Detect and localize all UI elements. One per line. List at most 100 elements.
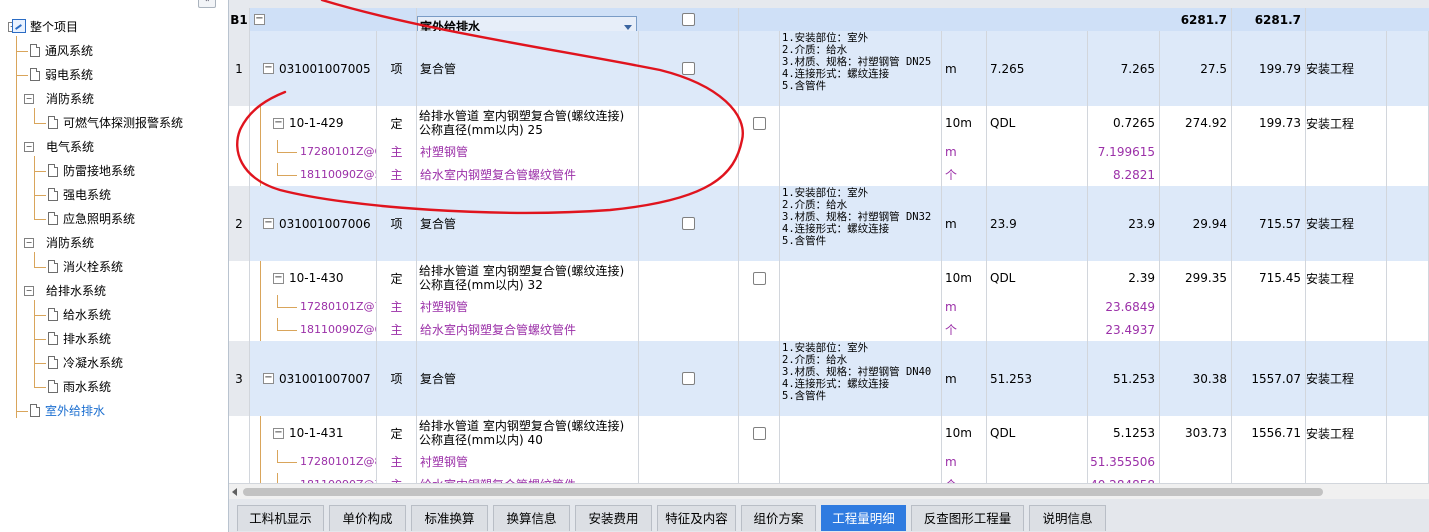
- unit-price: 27.5: [1160, 31, 1232, 106]
- collapse-toggle-icon[interactable]: −: [273, 427, 284, 439]
- unit-price: [1160, 140, 1232, 163]
- tree-toggle-icon[interactable]: −: [24, 142, 34, 152]
- tree-toggle-icon[interactable]: −: [24, 238, 34, 248]
- material-row[interactable]: 17280101Z@6 主衬塑钢管 m 7.199615: [229, 140, 1429, 164]
- material-row[interactable]: 17280101Z@7 主衬塑钢管 m 23.6849: [229, 295, 1429, 319]
- include-checkbox[interactable]: [752, 116, 766, 130]
- tab-item[interactable]: 换算信息: [493, 505, 570, 531]
- quantity-expression: [987, 318, 1088, 341]
- tab-item[interactable]: 组价方案: [741, 505, 816, 531]
- tab-item[interactable]: 特征及内容: [657, 505, 736, 531]
- extra-cell: [1387, 140, 1429, 163]
- quota-row[interactable]: −10-1-429 定给排水管道 室内钢塑复合管(螺纹连接) 公称直径(mm以内)…: [229, 106, 1429, 141]
- code-cell: 17280101Z@8: [250, 450, 377, 473]
- tab-item[interactable]: 标准换算: [411, 505, 488, 531]
- checkbox-cell: [639, 295, 739, 318]
- tree-node[interactable]: 室外给排水: [30, 402, 105, 420]
- tree-node[interactable]: − 消防系统: [24, 90, 94, 108]
- item-unit: m: [942, 31, 987, 106]
- tree-node[interactable]: 冷凝水系统: [48, 354, 123, 372]
- material-row[interactable]: 18110090Z@5 主给水室内钢塑复合管螺纹管件 个 8.2821: [229, 163, 1429, 187]
- tab-item[interactable]: 反查图形工程量: [911, 505, 1024, 531]
- item-features: [780, 318, 942, 341]
- checkbox-cell: [739, 295, 780, 318]
- include-checkbox[interactable]: [682, 217, 695, 230]
- tree-node[interactable]: 通风系统: [30, 42, 93, 60]
- quota-row[interactable]: −10-1-430 定给排水管道 室内钢塑复合管(螺纹连接) 公称直径(mm以内)…: [229, 261, 1429, 296]
- item-features: [780, 261, 942, 295]
- tree-toggle-icon[interactable]: −: [24, 94, 34, 104]
- project-tree: « −整个项目通风系统弱电系统−消防系统可燃气体探测报警系统−电气系统防雷接地系…: [0, 0, 229, 532]
- quantity-expression: [987, 450, 1088, 473]
- collapse-toggle-icon[interactable]: −: [263, 218, 274, 229]
- collapse-toggle-icon[interactable]: −: [263, 373, 274, 384]
- scroll-thumb[interactable]: [243, 488, 1323, 496]
- item-features: [780, 106, 942, 140]
- include-checkbox[interactable]: [682, 62, 695, 75]
- tree-connector: [34, 300, 35, 388]
- item-unit: 个: [942, 318, 987, 341]
- tree-node[interactable]: −整个项目: [8, 18, 78, 36]
- item-features: [780, 416, 942, 450]
- collapse-toggle-icon[interactable]: −: [273, 272, 284, 284]
- checkbox-cell: [639, 106, 739, 140]
- document-icon: [30, 68, 40, 81]
- chevron-down-icon[interactable]: [624, 25, 632, 30]
- tree-node[interactable]: 可燃气体探测报警系统: [48, 114, 183, 132]
- tree-node[interactable]: 雨水系统: [48, 378, 111, 396]
- tree-node[interactable]: 防雷接地系统: [48, 162, 135, 180]
- checkbox-cell: [739, 163, 780, 186]
- document-icon: [48, 308, 58, 321]
- material-row[interactable]: 18110090Z@7主给水室内钢塑复合管螺纹管件 个 40.284858: [229, 473, 1429, 483]
- tab-item[interactable]: 单价构成: [329, 505, 406, 531]
- tree-node-label: 弱电系统: [45, 68, 94, 82]
- tree-node[interactable]: 给水系统: [48, 306, 111, 324]
- collapse-toggle-icon[interactable]: −: [273, 117, 284, 129]
- tree-connector: [260, 163, 261, 186]
- tree-node-label: 雨水系统: [63, 380, 112, 394]
- item-name: 衬塑钢管: [417, 295, 639, 318]
- row-index: 3: [229, 341, 250, 416]
- include-checkbox[interactable]: [752, 271, 766, 285]
- tree-node[interactable]: 消火栓系统: [48, 258, 123, 276]
- bill-item-row[interactable]: 2−031001007006 项复合管 1.安装部位：室外 2.介质：给水 3.材质…: [229, 186, 1429, 262]
- group-row[interactable]: B1 − 室外给排水 6281.7 6281.7: [229, 8, 1429, 38]
- tree-node[interactable]: − 给排水系统: [24, 282, 106, 300]
- bill-item-row[interactable]: 3−031001007007 项复合管 1.安装部位：室外 2.介质：给水 3.材质…: [229, 341, 1429, 417]
- checkbox-cell: [639, 163, 739, 186]
- tree-toggle-icon[interactable]: −: [24, 286, 34, 296]
- tree-node[interactable]: − 消防系统: [24, 234, 94, 252]
- material-row[interactable]: 18110090Z@6 主给水室内钢塑复合管螺纹管件 个 23.4937: [229, 318, 1429, 342]
- tree-node[interactable]: 弱电系统: [30, 66, 93, 84]
- document-icon: [30, 404, 40, 417]
- total-price: 199.79: [1232, 31, 1306, 106]
- item-code: 17280101Z@6: [300, 145, 377, 158]
- total-price: [1232, 140, 1306, 163]
- tab-item[interactable]: 说明信息: [1029, 505, 1106, 531]
- bill-item-row[interactable]: 1−031001007005 项复合管 1.安装部位：室外 2.介质：给水 3.材质…: [229, 31, 1429, 107]
- tab-item[interactable]: 工程量明细: [821, 505, 906, 531]
- group-checkbox[interactable]: [682, 13, 695, 26]
- horizontal-scrollbar[interactable]: [229, 483, 1429, 500]
- tree-node-label: 强电系统: [63, 188, 112, 202]
- code-cell: 18110090Z@5: [250, 163, 377, 186]
- collapse-panel-icon[interactable]: «: [198, 0, 216, 8]
- tree-node[interactable]: 排水系统: [48, 330, 111, 348]
- tab-item[interactable]: 工料机显示: [237, 505, 324, 531]
- collapse-toggle-icon[interactable]: −: [254, 14, 265, 25]
- tab-item[interactable]: 安装费用: [575, 505, 652, 531]
- tree-node[interactable]: 应急照明系统: [48, 210, 135, 228]
- total-price: [1232, 473, 1306, 483]
- unit-price: [1160, 450, 1232, 473]
- quota-row[interactable]: −10-1-431 定给排水管道 室内钢塑复合管(螺纹连接) 公称直径(mm以内)…: [229, 416, 1429, 451]
- collapse-toggle-icon[interactable]: −: [263, 63, 274, 74]
- tree-node[interactable]: 强电系统: [48, 186, 111, 204]
- material-row[interactable]: 17280101Z@8 主衬塑钢管 m 51.355506: [229, 450, 1429, 474]
- quantity-expression: [987, 295, 1088, 318]
- tree-node[interactable]: − 电气系统: [24, 138, 94, 156]
- scroll-left-arrow-icon[interactable]: [232, 488, 237, 496]
- include-checkbox[interactable]: [752, 426, 766, 440]
- unit-price: 303.73: [1160, 416, 1232, 450]
- row-index: B1: [229, 8, 250, 31]
- include-checkbox[interactable]: [682, 372, 695, 385]
